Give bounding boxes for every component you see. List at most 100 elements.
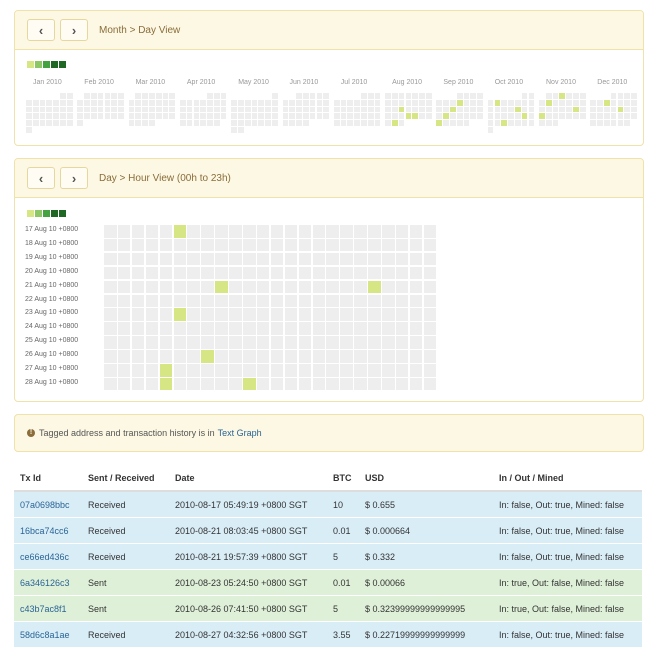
- day-cell[interactable]: [456, 106, 463, 113]
- day-cell[interactable]: [272, 93, 278, 99]
- hour-cell[interactable]: [159, 266, 173, 280]
- hour-cell[interactable]: [117, 294, 131, 307]
- day-cell[interactable]: [597, 99, 603, 106]
- hour-cell[interactable]: [354, 377, 367, 391]
- day-cell[interactable]: [97, 113, 104, 120]
- day-cell[interactable]: [26, 113, 32, 120]
- day-cell[interactable]: [186, 120, 193, 126]
- day-cell[interactable]: [289, 99, 296, 106]
- day-cell[interactable]: [333, 99, 340, 106]
- day-cell[interactable]: [135, 93, 142, 99]
- day-cell[interactable]: [26, 120, 32, 126]
- day-cell[interactable]: [419, 99, 425, 106]
- day-cell[interactable]: [39, 99, 46, 106]
- day-cell[interactable]: [610, 113, 617, 120]
- day-cell[interactable]: [412, 113, 419, 120]
- day-cell[interactable]: [77, 113, 84, 120]
- day-cell[interactable]: [258, 120, 265, 126]
- day-cell[interactable]: [617, 113, 624, 120]
- day-cell[interactable]: [552, 106, 559, 113]
- day-cell[interactable]: [559, 106, 566, 113]
- hour-cell[interactable]: [256, 225, 270, 238]
- day-cell[interactable]: [135, 113, 142, 120]
- day-cell[interactable]: [111, 93, 118, 99]
- day-cell[interactable]: [528, 106, 535, 113]
- day-cell[interactable]: [111, 106, 118, 113]
- day-cell[interactable]: [579, 99, 586, 106]
- day-cell[interactable]: [450, 113, 456, 120]
- day-cell[interactable]: [207, 106, 213, 113]
- day-cell[interactable]: [39, 113, 46, 120]
- day-cell[interactable]: [26, 106, 32, 113]
- day-cell[interactable]: [419, 93, 425, 99]
- hour-cell[interactable]: [243, 238, 256, 252]
- hour-cell[interactable]: [326, 322, 339, 335]
- day-cell[interactable]: [617, 106, 624, 113]
- day-cell[interactable]: [84, 106, 90, 113]
- hour-cell[interactable]: [395, 294, 409, 307]
- hour-cell[interactable]: [382, 225, 395, 238]
- hour-cell[interactable]: [284, 336, 298, 349]
- hour-cell[interactable]: [131, 294, 145, 307]
- hour-cell[interactable]: [117, 252, 131, 266]
- hour-cell[interactable]: [159, 322, 173, 335]
- hour-cell[interactable]: [215, 238, 228, 252]
- day-cell[interactable]: [552, 113, 559, 120]
- day-cell[interactable]: [231, 113, 237, 120]
- day-cell[interactable]: [213, 113, 220, 120]
- day-cell[interactable]: [265, 120, 271, 126]
- hour-cell[interactable]: [340, 266, 353, 280]
- hour-cell[interactable]: [215, 294, 228, 307]
- hour-cell[interactable]: [270, 294, 284, 307]
- day-cell[interactable]: [66, 113, 73, 120]
- day-cell[interactable]: [155, 106, 162, 113]
- day-cell[interactable]: [66, 120, 73, 126]
- day-cell[interactable]: [265, 99, 271, 106]
- day-cell[interactable]: [603, 113, 610, 120]
- hour-cell[interactable]: [117, 377, 131, 391]
- day-cell[interactable]: [162, 113, 169, 120]
- hour-cell[interactable]: [256, 294, 270, 307]
- day-cell[interactable]: [84, 99, 90, 106]
- hour-cell[interactable]: [173, 364, 186, 377]
- day-cell[interactable]: [282, 106, 289, 113]
- day-cell[interactable]: [347, 113, 354, 120]
- hour-cell[interactable]: [131, 280, 145, 294]
- hour-cell[interactable]: [395, 364, 409, 377]
- hour-cell[interactable]: [159, 280, 173, 294]
- day-cell[interactable]: [624, 106, 631, 113]
- day-cell[interactable]: [436, 106, 443, 113]
- hour-cell[interactable]: [187, 322, 200, 335]
- day-cell[interactable]: [258, 99, 265, 106]
- day-cell[interactable]: [617, 99, 624, 106]
- day-cell[interactable]: [566, 93, 572, 99]
- day-cell[interactable]: [508, 106, 514, 113]
- day-cell[interactable]: [316, 99, 323, 106]
- day-cell[interactable]: [333, 113, 340, 120]
- hour-cell[interactable]: [395, 266, 409, 280]
- hour-cell[interactable]: [145, 336, 159, 349]
- day-cell[interactable]: [514, 106, 521, 113]
- day-cell[interactable]: [367, 99, 374, 106]
- day-cell[interactable]: [361, 113, 367, 120]
- day-cell[interactable]: [97, 93, 104, 99]
- hour-cell[interactable]: [243, 266, 256, 280]
- day-cell[interactable]: [282, 120, 289, 126]
- day-cell[interactable]: [207, 113, 213, 120]
- hour-cell[interactable]: [326, 364, 339, 377]
- day-cell[interactable]: [104, 99, 111, 106]
- day-cell[interactable]: [251, 99, 258, 106]
- day-cell[interactable]: [385, 93, 391, 99]
- hour-cell[interactable]: [270, 225, 284, 238]
- hour-cell[interactable]: [312, 294, 325, 307]
- day-cell[interactable]: [545, 93, 552, 99]
- day-cell[interactable]: [391, 113, 398, 120]
- hour-cell[interactable]: [215, 364, 228, 377]
- hour-cell[interactable]: [131, 377, 145, 391]
- day-cell[interactable]: [46, 106, 53, 113]
- day-cell[interactable]: [77, 99, 84, 106]
- hour-cell[interactable]: [326, 336, 339, 349]
- day-cell[interactable]: [200, 99, 207, 106]
- day-cell[interactable]: [296, 99, 302, 106]
- hour-cell[interactable]: [256, 252, 270, 266]
